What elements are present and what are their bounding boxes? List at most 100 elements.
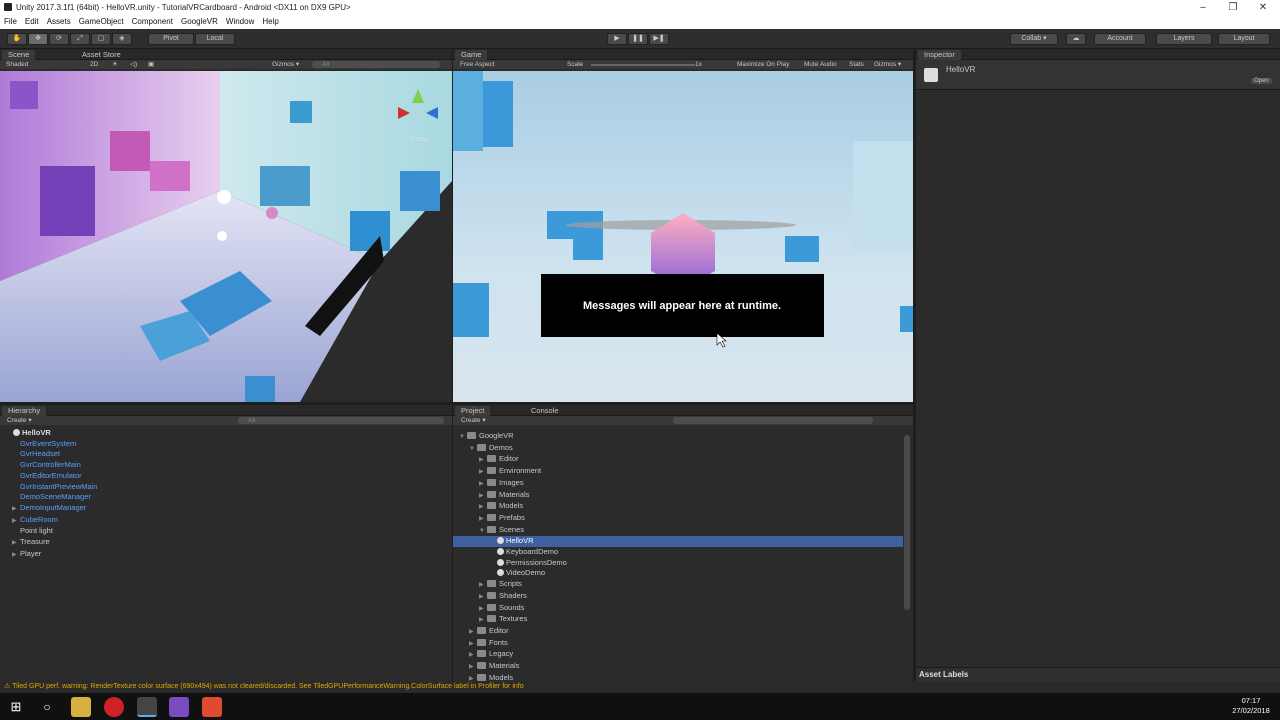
menu-item-edit[interactable]: Edit (21, 15, 43, 29)
project-folder-item[interactable]: ▼ GoogleVR (453, 431, 903, 443)
hierarchy-item[interactable]: ▶ Treasure (0, 537, 452, 549)
expand-arrow-icon[interactable]: ▶ (469, 627, 477, 638)
scene-viewport[interactable]: Persp (0, 71, 452, 402)
expand-arrow-icon[interactable]: ▶ (479, 467, 487, 478)
clock[interactable]: 07:17 27/02/2018 (1226, 696, 1276, 716)
status-bar[interactable]: ⚠ Tiled GPU perf. warning: RenderTexture… (0, 681, 1280, 693)
mute-audio-toggle[interactable]: Mute Audio (804, 60, 837, 69)
maximize-on-play-toggle[interactable]: Maximize On Play (737, 60, 789, 69)
project-scene-item[interactable]: PermissionsDemo (453, 558, 903, 569)
project-folder-item[interactable]: ▶ Materials (453, 661, 903, 673)
hierarchy-item[interactable]: GvrControllerMain (0, 460, 452, 471)
project-folder-item[interactable]: ▶ Shaders (453, 591, 903, 603)
cloud-icon[interactable]: ☁ (1066, 33, 1086, 45)
tab-console[interactable]: Console (525, 406, 565, 416)
windows-start-icon[interactable]: ⊞ (6, 697, 26, 717)
account-dropdown[interactable]: Account (1094, 33, 1146, 45)
hierarchy-item[interactable]: Point light (0, 526, 452, 537)
expand-arrow-icon[interactable]: ▶ (479, 514, 487, 525)
expand-arrow-icon[interactable]: ▶ (479, 502, 487, 513)
hand-tool-button[interactable]: ✋ (7, 33, 27, 45)
app-icon[interactable] (202, 697, 222, 717)
tab-asset-store[interactable]: Asset Store (76, 50, 127, 60)
maximize-button[interactable]: ❐ (1218, 0, 1248, 15)
hierarchy-item[interactable]: ▶ CubeRoom (0, 515, 452, 527)
expand-arrow-icon[interactable]: ▶ (479, 491, 487, 502)
project-folder-item[interactable]: ▶ Environment (453, 466, 903, 478)
visual-studio-icon[interactable] (169, 697, 189, 717)
transform-tool-button[interactable]: ◈ (112, 33, 132, 45)
hierarchy-item[interactable]: GvrEditorEmulator (0, 471, 452, 482)
expand-arrow-icon[interactable]: ▶ (479, 615, 487, 626)
expand-arrow-icon[interactable]: ▶ (479, 604, 487, 615)
open-button[interactable]: Open (1251, 78, 1272, 84)
project-scrollbar[interactable] (904, 435, 910, 610)
project-create-dropdown[interactable]: Create ▾ (461, 416, 486, 425)
project-folder-item[interactable]: ▶ Scripts (453, 579, 903, 591)
tab-scene[interactable]: Scene (2, 50, 36, 60)
aspect-dropdown[interactable]: Free Aspect (460, 60, 495, 69)
local-toggle[interactable]: Local (195, 33, 235, 45)
collab-button[interactable]: Collab ▾ (1010, 33, 1058, 45)
hierarchy-item[interactable]: GvrHeadset (0, 449, 452, 460)
project-folder-item[interactable]: ▼ Demos (453, 443, 903, 455)
2d-toggle[interactable]: 2D (90, 60, 98, 69)
pause-button[interactable]: ❚❚ (628, 33, 648, 45)
audio-icon[interactable]: ◁) (130, 60, 137, 69)
hierarchy-item[interactable]: ▶ DemoInputManager (0, 503, 452, 515)
expand-arrow-icon[interactable]: ▶ (479, 592, 487, 603)
hierarchy-create-dropdown[interactable]: Create ▾ (7, 416, 32, 425)
project-folder-item[interactable]: ▶ Editor (453, 626, 903, 638)
scene-search-input[interactable]: All (312, 61, 440, 68)
play-button[interactable]: ▶ (607, 33, 627, 45)
tab-game[interactable]: Game (455, 50, 488, 60)
asset-labels-header[interactable]: Asset Labels (916, 667, 1280, 681)
hierarchy-search-input[interactable]: All (238, 417, 444, 424)
scale-slider[interactable] (591, 64, 695, 66)
tab-inspector[interactable]: Inspector (918, 50, 961, 60)
menu-item-googlevr[interactable]: GoogleVR (177, 15, 222, 29)
menu-item-window[interactable]: Window (222, 15, 258, 29)
layout-dropdown[interactable]: Layout (1218, 33, 1270, 45)
expand-arrow-icon[interactable]: ▶ (12, 538, 20, 549)
expand-arrow-icon[interactable]: ▶ (479, 580, 487, 591)
expand-arrow-icon[interactable]: ▶ (479, 455, 487, 466)
hierarchy-item[interactable]: GvrEventSystem (0, 439, 452, 450)
project-search-input[interactable] (673, 417, 873, 424)
project-folder-item[interactable]: ▶ Images (453, 478, 903, 490)
light-icon[interactable]: ☀ (112, 60, 118, 69)
project-folder-item[interactable]: ▶ Legacy (453, 649, 903, 661)
layers-dropdown[interactable]: Layers (1156, 33, 1212, 45)
expand-arrow-icon[interactable]: ▶ (469, 662, 477, 673)
menu-item-component[interactable]: Component (128, 15, 177, 29)
shading-mode-dropdown[interactable]: Shaded (6, 60, 28, 69)
scene-gizmos-dropdown[interactable]: Gizmos ▾ (272, 60, 299, 69)
expand-arrow-icon[interactable]: ▶ (469, 650, 477, 661)
tab-hierarchy[interactable]: Hierarchy (2, 406, 47, 416)
rotate-tool-button[interactable]: ⟳ (49, 33, 69, 45)
hierarchy-item[interactable]: ▶ Player (0, 549, 452, 561)
project-scene-item[interactable]: HelloVR (453, 536, 903, 548)
project-folder-item[interactable]: ▶ Materials (453, 490, 903, 502)
expand-arrow-icon[interactable]: ▶ (12, 504, 20, 515)
pivot-toggle[interactable]: Pivot (148, 33, 194, 45)
hierarchy-item[interactable]: DemoSceneManager (0, 492, 452, 503)
effects-icon[interactable]: ▣ (148, 60, 154, 69)
project-scene-item[interactable]: KeyboardDemo (453, 547, 903, 558)
move-tool-button[interactable]: ✥ (28, 33, 48, 45)
game-viewport[interactable]: Messages will appear here at runtime. (453, 71, 913, 402)
game-gizmos-dropdown[interactable]: Gizmos ▾ (874, 60, 901, 69)
minimize-button[interactable]: – (1188, 0, 1218, 15)
file-explorer-icon[interactable] (71, 697, 91, 717)
hierarchy-scene-row[interactable]: HelloVR (0, 428, 452, 439)
project-folder-item[interactable]: ▼ Scenes (453, 525, 903, 537)
menu-item-help[interactable]: Help (258, 15, 282, 29)
search-icon[interactable]: ○ (37, 697, 57, 717)
menu-item-file[interactable]: File (0, 15, 21, 29)
menu-item-gameobject[interactable]: GameObject (75, 15, 128, 29)
scale-tool-button[interactable]: ⤢ (70, 33, 90, 45)
menu-item-assets[interactable]: Assets (43, 15, 75, 29)
step-button[interactable]: ▶❚ (649, 33, 669, 45)
tab-project[interactable]: Project (455, 406, 491, 416)
project-folder-item[interactable]: ▶ Textures (453, 614, 903, 626)
